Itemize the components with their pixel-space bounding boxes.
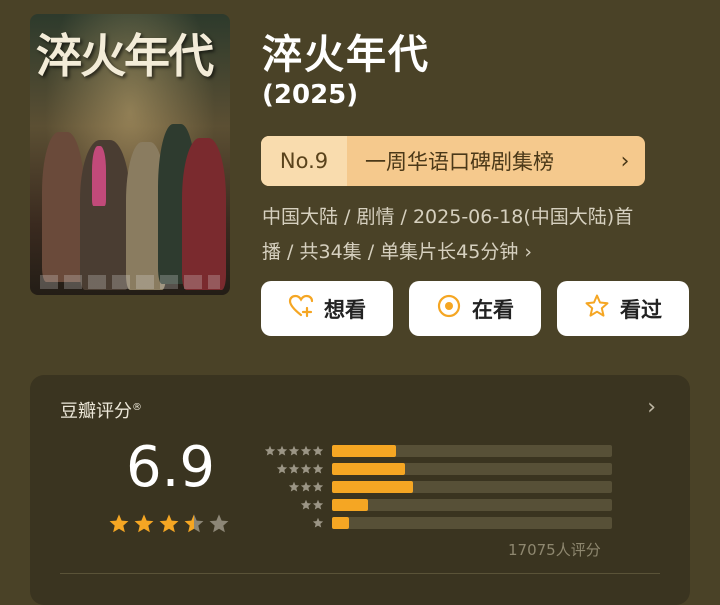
small-star-icon	[276, 442, 288, 461]
chevron-right-icon: ›	[524, 241, 532, 263]
show-meta[interactable]: 中国大陆 / 剧情 / 2025-06-18(中国大陆)首 播 / 共34集 /…	[262, 200, 692, 270]
heart-plus-icon	[288, 293, 314, 324]
rating-bar-track	[332, 499, 612, 511]
rating-bar-fill	[332, 499, 369, 511]
small-star-icon	[312, 442, 324, 461]
small-star-icon	[312, 496, 324, 515]
meta-line-1: 中国大陆 / 剧情 / 2025-06-18(中国大陆)首	[262, 206, 634, 228]
chevron-right-icon[interactable]: ›	[647, 395, 656, 420]
watched-label: 看过	[620, 297, 662, 322]
rating-bar-track	[332, 517, 612, 529]
small-star-icon	[312, 514, 324, 533]
small-star-icon	[312, 478, 324, 497]
rating-bar-fill	[332, 463, 405, 475]
chevron-right-icon: ›	[620, 148, 630, 174]
watched-button[interactable]: 看过	[557, 281, 689, 336]
rating-stars	[108, 513, 230, 539]
watching-button[interactable]: 在看	[409, 281, 541, 336]
rating-title: 豆瓣评分®	[60, 401, 142, 422]
rating-score: 6.9	[126, 435, 216, 500]
bar-star-label	[252, 496, 324, 515]
star-icon	[158, 513, 180, 539]
small-star-icon	[300, 496, 312, 515]
small-star-icon	[300, 478, 312, 497]
rating-count: 17075人评分	[508, 541, 601, 559]
rating-bar-fill	[332, 445, 397, 457]
rating-bar-fill	[332, 481, 414, 493]
rating-bar-row	[252, 496, 612, 514]
star-icon	[208, 513, 230, 539]
bar-star-label	[252, 478, 324, 497]
rating-bar-track	[332, 445, 612, 457]
bar-star-label	[252, 442, 324, 461]
target-icon	[436, 293, 462, 324]
rating-bar-row	[252, 514, 612, 532]
rating-bar-row	[252, 478, 612, 496]
rating-bar-fill	[332, 517, 349, 529]
want-to-watch-label: 想看	[324, 297, 366, 322]
poster-credits	[40, 275, 220, 289]
small-star-icon	[300, 460, 312, 479]
rank-number: No.9	[261, 136, 347, 186]
rating-card[interactable]: 豆瓣评分® › 6.9 17075人评分	[30, 375, 690, 605]
small-star-icon	[288, 442, 300, 461]
rating-bar-row	[252, 460, 612, 478]
small-star-icon	[288, 478, 300, 497]
small-star-icon	[300, 442, 312, 461]
bar-star-label	[252, 460, 324, 479]
small-star-icon	[264, 442, 276, 461]
small-star-icon	[276, 460, 288, 479]
meta-line-2: 播 / 共34集 / 单集片长45分钟	[262, 241, 519, 263]
rating-distribution	[252, 442, 612, 532]
page-title: 淬火年代	[262, 32, 430, 78]
bar-star-label	[252, 514, 324, 533]
release-year: (2025)	[262, 80, 359, 110]
star-outline-icon	[584, 293, 610, 324]
small-star-icon	[312, 460, 324, 479]
rank-list-name: 一周华语口碑剧集榜	[365, 150, 554, 174]
rating-bar-track	[332, 481, 612, 493]
star-icon	[108, 513, 130, 539]
want-to-watch-button[interactable]: 想看	[261, 281, 393, 336]
ranking-banner[interactable]: No.9 一周华语口碑剧集榜 ›	[261, 136, 645, 186]
star-icon	[183, 513, 205, 539]
divider	[60, 573, 660, 574]
watching-label: 在看	[472, 297, 514, 322]
poster-image[interactable]: 淬火年代	[30, 14, 230, 295]
registered-mark: ®	[132, 402, 142, 413]
rating-bar-row	[252, 442, 612, 460]
star-icon	[133, 513, 155, 539]
poster-title: 淬火年代	[36, 29, 214, 83]
rating-bar-track	[332, 463, 612, 475]
small-star-icon	[288, 460, 300, 479]
